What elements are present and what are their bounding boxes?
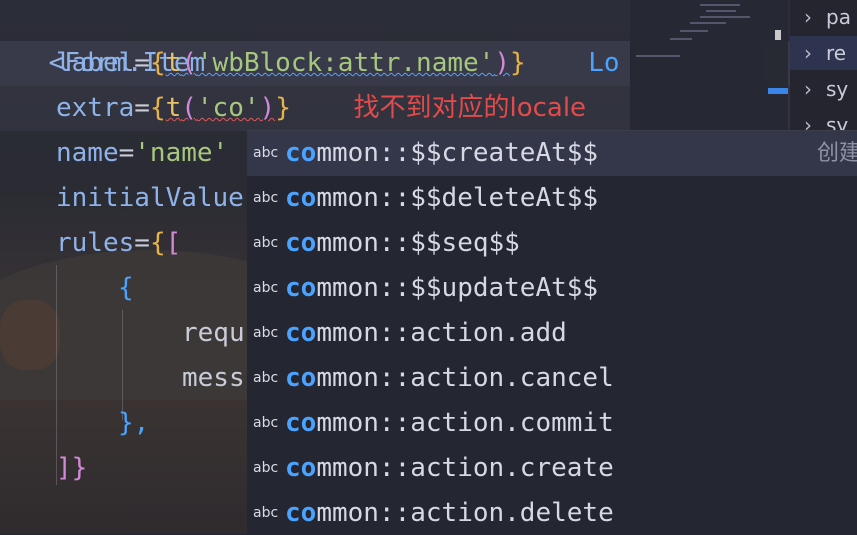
minimap-marker — [768, 88, 788, 94]
match-highlight: co — [285, 498, 317, 528]
brace-close: }, — [118, 408, 150, 438]
code-line[interactable]: ]} — [56, 446, 87, 491]
chevron-right-icon: › — [804, 77, 812, 101]
code-line[interactable]: name='name' — [56, 131, 228, 176]
code-line[interactable]: rules={[ — [56, 221, 181, 266]
code-line[interactable]: requ — [182, 311, 245, 356]
match-highlight: co — [285, 318, 317, 348]
suggest-label: mmon::$$updateAt$$ — [316, 273, 599, 303]
match-highlight: co — [285, 408, 317, 438]
brace-open: { — [118, 273, 134, 303]
code-line[interactable]: { — [118, 266, 134, 311]
suggest-item[interactable]: abc common::$$createAt$$ 创建 — [247, 131, 857, 176]
text-kind-icon: abc — [253, 460, 279, 476]
error-hint: 找不到对应的locale — [353, 93, 587, 123]
match-highlight: co — [285, 363, 317, 393]
fn-call: t — [165, 93, 182, 123]
minimap[interactable] — [630, 0, 788, 130]
string-literal: 'wbBlock:attr.name' — [196, 48, 495, 78]
code-line[interactable]: mess — [182, 356, 245, 401]
match-highlight: co — [285, 273, 317, 303]
text-kind-icon: abc — [253, 235, 279, 251]
explorer-panel: › pa › re › sy › sy — [790, 0, 857, 137]
suggest-label: mmon::action.add — [316, 318, 567, 348]
suggest-item[interactable]: abc common::$$updateAt$$ — [247, 266, 857, 311]
string-literal: 'name' — [134, 138, 229, 168]
code-line[interactable]: label={t('wbBlock:attr.name')} Lo — [56, 41, 620, 86]
match-highlight: co — [285, 228, 317, 258]
suggest-item[interactable]: abc common::$$deleteAt$$ — [247, 176, 857, 221]
suggest-label: mmon::$$deleteAt$$ — [316, 183, 599, 213]
suggest-item[interactable]: abc common::action.add — [247, 311, 857, 356]
fn-call: t — [165, 48, 182, 78]
code-text: mess — [182, 363, 245, 393]
code-line[interactable]: <Form.Item — [0, 0, 206, 78]
match-highlight: co — [285, 183, 317, 213]
minimap-slider[interactable] — [775, 30, 781, 40]
explorer-item[interactable]: › re — [790, 36, 857, 70]
attr-initialvalue: initialValue — [56, 183, 244, 213]
string-literal: 'co' — [196, 93, 260, 123]
text-kind-icon: abc — [253, 190, 279, 206]
text-kind-icon: abc — [253, 415, 279, 431]
suggest-item[interactable]: abc common::action.create — [247, 446, 857, 491]
suggest-item[interactable]: abc common::action.cancel — [247, 356, 857, 401]
chevron-right-icon: › — [804, 5, 812, 29]
attr-rules: rules — [56, 228, 135, 258]
code-line[interactable]: }, — [118, 401, 149, 446]
match-highlight: co — [285, 453, 317, 483]
suggest-label: mmon::action.cancel — [316, 363, 614, 393]
suggest-label: mmon::action.delete — [316, 498, 614, 528]
text-kind-icon: abc — [253, 280, 279, 296]
array-close: ]} — [56, 453, 88, 483]
suggest-item[interactable]: abc common::action.commit — [247, 401, 857, 446]
suggest-label: mmon::$$createAt$$ — [316, 138, 599, 168]
code-line[interactable]: extra={t('co')} 找不到对应的locale — [56, 86, 586, 131]
attr-label: label — [56, 48, 135, 78]
suggest-label: mmon::action.commit — [316, 408, 614, 438]
match-highlight: co — [285, 138, 317, 168]
explorer-item[interactable]: › pa — [790, 0, 857, 34]
suggest-label: mmon::$$seq$$ — [316, 228, 520, 258]
chevron-right-icon: › — [804, 41, 812, 65]
text-kind-icon: abc — [253, 325, 279, 341]
code-text: requ — [182, 318, 245, 348]
code-line[interactable]: initialValue — [56, 176, 244, 221]
suggest-label: mmon::action.create — [316, 453, 614, 483]
text-kind-icon: abc — [253, 370, 279, 386]
attr-name: name — [56, 138, 119, 168]
explorer-item[interactable]: › sy — [790, 72, 857, 106]
text-kind-icon: abc — [253, 505, 279, 521]
suggest-item[interactable]: abc common::action.delete — [247, 491, 857, 535]
inline-hint: Lo — [588, 48, 620, 78]
attr-extra: extra — [56, 93, 135, 123]
suggest-widget[interactable]: abc common::$$createAt$$ 创建 abc common::… — [247, 130, 857, 535]
text-kind-icon: abc — [253, 145, 279, 161]
suggest-detail: 创建 — [817, 141, 857, 166]
suggest-item[interactable]: abc common::$$seq$$ — [247, 221, 857, 266]
